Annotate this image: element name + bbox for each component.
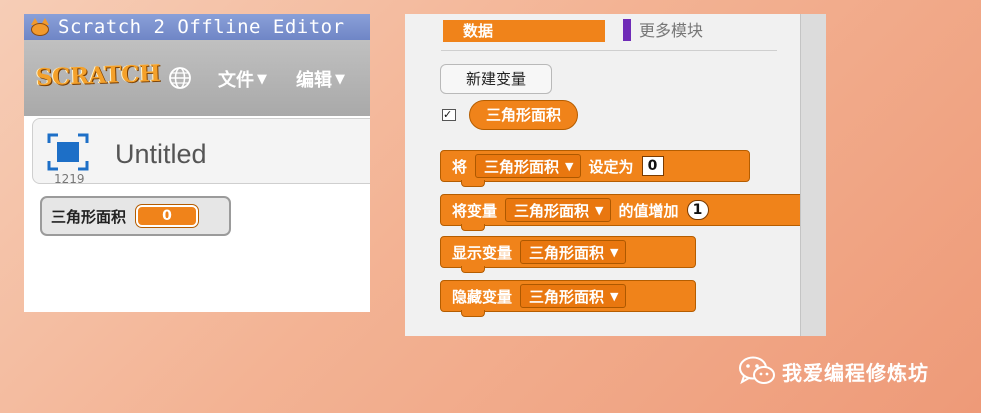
palette-scrollbar[interactable]: [800, 14, 826, 336]
watermark: 我爱编程修炼坊: [738, 356, 929, 386]
chevron-down-icon: ▼: [610, 289, 619, 303]
wechat-icon: [739, 356, 775, 385]
variable-checkbox[interactable]: ✓: [442, 109, 456, 121]
editor-window: Scratch 2 Offline Editor SCRATCH 文件 ▼ 编辑…: [24, 14, 370, 312]
show-variable-block[interactable]: 显示变量 三角形面积 ▼: [440, 236, 696, 273]
chevron-down-icon: ▼: [257, 71, 267, 87]
menu-file[interactable]: 文件 ▼: [218, 66, 267, 92]
monitor-label: 三角形面积: [51, 207, 127, 226]
variable-dropdown[interactable]: 三角形面积 ▼: [520, 284, 626, 308]
block-text: 隐藏变量: [452, 287, 513, 306]
block-text: 显示变量: [452, 243, 513, 262]
block-palette: 数据 更多模块 新建变量 ✓ 三角形面积 将 三角形面积 ▼ 设定为 0 将变量…: [405, 14, 826, 336]
block-text: 的值增加: [618, 201, 679, 220]
monitor-value: 0: [136, 205, 199, 227]
value-input[interactable]: 0: [641, 156, 664, 176]
category-more-color-swatch: [623, 19, 631, 41]
value-input[interactable]: 1: [686, 200, 709, 220]
menu-file-label: 文件: [218, 70, 254, 91]
dropdown-value: 三角形面积: [514, 201, 590, 220]
category-divider: [441, 50, 777, 51]
menubar: SCRATCH 文件 ▼ 编辑 ▼: [24, 40, 370, 116]
window-titlebar: Scratch 2 Offline Editor: [24, 14, 370, 40]
globe-icon[interactable]: [168, 66, 192, 90]
watermark-text: 我爱编程修炼坊: [782, 360, 929, 385]
fullscreen-icon[interactable]: [47, 133, 89, 171]
block-text: 将变量: [452, 201, 498, 220]
change-variable-block[interactable]: 将变量 三角形面积 ▼ 的值增加 1: [440, 194, 820, 231]
project-title[interactable]: Untitled: [115, 139, 207, 170]
dropdown-value: 三角形面积: [529, 243, 605, 262]
variable-reporter-block[interactable]: 三角形面积: [469, 100, 579, 130]
window-title: Scratch 2 Offline Editor: [58, 16, 345, 38]
scratch-logo[interactable]: SCRATCH: [36, 60, 161, 91]
new-variable-button[interactable]: 新建变量: [440, 64, 552, 94]
hide-variable-block[interactable]: 隐藏变量 三角形面积 ▼: [440, 280, 696, 317]
category-more-blocks[interactable]: 更多模块: [639, 20, 703, 42]
menu-edit-label: 编辑: [296, 70, 332, 91]
block-text: 将: [452, 157, 468, 176]
dropdown-value: 三角形面积: [484, 157, 560, 176]
variable-dropdown[interactable]: 三角形面积 ▼: [475, 154, 581, 178]
block-text: 设定为: [588, 157, 634, 176]
set-variable-block[interactable]: 将 三角形面积 ▼ 设定为 0: [440, 150, 750, 187]
chevron-down-icon: ▼: [565, 159, 574, 173]
variable-dropdown[interactable]: 三角形面积 ▼: [520, 240, 626, 264]
chevron-down-icon: ▼: [335, 71, 345, 87]
variable-dropdown[interactable]: 三角形面积 ▼: [505, 198, 611, 222]
chevron-down-icon: ▼: [610, 245, 619, 259]
version-number: 1219: [54, 172, 85, 186]
chevron-down-icon: ▼: [595, 203, 604, 217]
variable-monitor[interactable]: 三角形面积 0: [40, 196, 231, 236]
category-data[interactable]: 数据: [443, 20, 605, 42]
dropdown-value: 三角形面积: [529, 287, 605, 306]
scratch-cat-icon: [30, 18, 50, 36]
menu-edit[interactable]: 编辑 ▼: [296, 66, 345, 92]
